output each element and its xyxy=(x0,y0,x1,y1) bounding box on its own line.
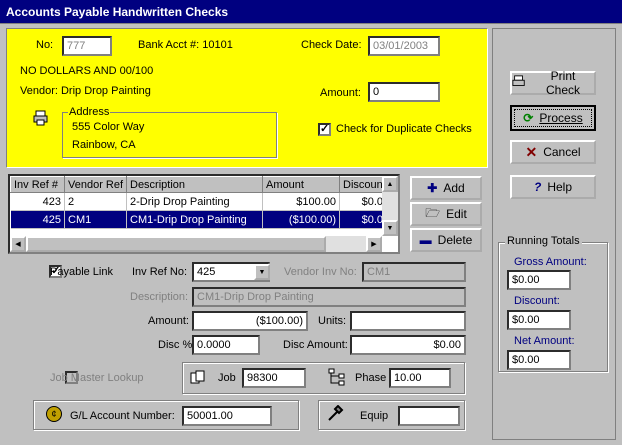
check-date-label: Check Date: xyxy=(301,39,362,51)
address-line-2: Rainbow, CA xyxy=(72,139,136,151)
amount-in-words: NO DOLLARS AND 00/100 xyxy=(20,65,154,77)
detail-amount-field[interactable]: ($100.00) xyxy=(192,311,308,331)
scroll-down-icon[interactable]: ▼ xyxy=(382,220,398,236)
disc-amount-field[interactable]: $0.00 xyxy=(350,335,466,355)
equip-label: Equip xyxy=(360,410,389,422)
vertical-scrollbar[interactable]: ▲ ▼ xyxy=(382,176,398,236)
cell-vendor-ref: CM1 xyxy=(64,210,127,229)
table-row[interactable]: 423 2 2-Drip Drop Painting $100.00 $0.0 xyxy=(10,192,387,211)
vendor-label: Vendor: Drip Drop Painting xyxy=(20,85,151,97)
col-discount[interactable]: Discount xyxy=(339,176,387,193)
check-no-label: No: xyxy=(36,39,54,51)
print-check-button[interactable]: Print Check xyxy=(510,69,596,97)
equip-field[interactable] xyxy=(398,406,460,426)
cancel-button[interactable]: ✕ Cancel xyxy=(510,140,596,164)
address-label: Address xyxy=(68,106,111,118)
description-label: Description: xyxy=(130,291,189,303)
units-label: Units: xyxy=(318,315,347,327)
printer-icon[interactable] xyxy=(33,110,49,129)
edit-button[interactable]: 🗁 Edit xyxy=(410,202,482,226)
units-field[interactable] xyxy=(350,311,466,331)
minus-icon: ▬ xyxy=(419,233,432,247)
cell-inv: 425 xyxy=(10,210,65,229)
question-icon: ? xyxy=(533,180,542,194)
job-label: Job xyxy=(218,372,236,384)
net-amount-label: Net Amount: xyxy=(514,335,575,347)
folder-icon: 🗁 xyxy=(425,205,441,220)
payable-link-label: Payable Link xyxy=(50,266,113,278)
detail-amount-label: Amount: xyxy=(148,315,189,327)
cell-inv: 423 xyxy=(10,192,65,211)
process-button[interactable]: ⟳ Process xyxy=(510,105,596,131)
amount-field[interactable]: 0 xyxy=(368,82,440,102)
check-no-field[interactable]: 777 xyxy=(62,36,112,56)
address-box xyxy=(62,112,277,158)
delete-button[interactable]: ▬ Delete xyxy=(410,228,482,252)
copy-icon[interactable] xyxy=(190,370,206,389)
job-master-label: Job Master Lookup xyxy=(50,372,144,384)
gl-account-label: G/L Account Number: xyxy=(70,410,175,422)
cell-desc: CM1-Drip Drop Painting xyxy=(126,210,263,229)
job-field[interactable]: 98300 xyxy=(242,368,306,388)
discount-total-field[interactable]: $0.00 xyxy=(507,310,571,330)
tools-icon[interactable] xyxy=(326,404,344,426)
table-row-selected[interactable]: 425 CM1 CM1-Drip Drop Painting ($100.00)… xyxy=(10,210,387,229)
vendor-inv-label: Vendor Inv No: xyxy=(284,266,357,278)
net-amount-field[interactable]: $0.00 xyxy=(507,350,571,370)
cell-vendor-ref: 2 xyxy=(64,192,127,211)
scroll-thumb[interactable] xyxy=(26,236,326,252)
invoice-grid[interactable]: Inv Ref # Vendor Ref Description Amount … xyxy=(8,174,400,254)
address-line-1: 555 Color Way xyxy=(72,121,145,133)
chevron-down-icon[interactable]: ▼ xyxy=(254,264,270,280)
horizontal-scrollbar[interactable]: ◀ ▶ xyxy=(10,236,382,252)
hierarchy-icon[interactable] xyxy=(328,368,346,389)
description-field[interactable]: CM1-Drip Drop Painting xyxy=(192,287,466,307)
window-title: Accounts Payable Handwritten Checks xyxy=(0,0,622,24)
cell-amount: ($100.00) xyxy=(262,210,340,229)
amount-label: Amount: xyxy=(320,87,361,99)
inv-ref-label: Inv Ref No: xyxy=(132,266,188,278)
scroll-left-icon[interactable]: ◀ xyxy=(10,236,26,252)
phase-field[interactable]: 10.00 xyxy=(389,368,451,388)
col-vendor-ref[interactable]: Vendor Ref xyxy=(64,176,127,193)
discount-total-label: Discount: xyxy=(514,295,560,307)
plus-icon: ✚ xyxy=(427,181,438,195)
scroll-right-icon[interactable]: ▶ xyxy=(366,236,382,252)
col-amount[interactable]: Amount xyxy=(262,176,340,193)
cell-desc: 2-Drip Drop Painting xyxy=(126,192,263,211)
disc-pct-label: Disc % xyxy=(158,339,193,351)
help-button[interactable]: ? Help xyxy=(510,175,596,199)
printer-icon xyxy=(512,74,526,92)
scroll-up-icon[interactable]: ▲ xyxy=(382,176,398,192)
phase-label: Phase xyxy=(355,372,387,384)
add-button[interactable]: ✚ Add xyxy=(410,176,482,200)
bank-acct-label: Bank Acct #: 10101 xyxy=(138,39,233,51)
duplicate-checks-label: Check for Duplicate Checks xyxy=(336,123,472,135)
col-inv-ref[interactable]: Inv Ref # xyxy=(10,176,65,193)
duplicate-checks-checkbox[interactable] xyxy=(318,122,331,136)
cell-discount: $0.0 xyxy=(339,210,387,229)
cell-discount: $0.0 xyxy=(339,192,387,211)
gl-account-field[interactable]: 50001.00 xyxy=(182,406,272,426)
gross-amount-field[interactable]: $0.00 xyxy=(507,270,571,290)
close-icon: ✕ xyxy=(525,143,538,160)
running-totals-title: Running Totals xyxy=(505,235,582,247)
col-description[interactable]: Description xyxy=(126,176,263,193)
cell-amount: $100.00 xyxy=(262,192,340,211)
disc-amount-label: Disc Amount: xyxy=(283,339,348,351)
gross-amount-label: Gross Amount: xyxy=(514,256,587,268)
disc-pct-field[interactable]: 0.0000 xyxy=(192,335,260,355)
refresh-icon: ⟳ xyxy=(523,111,534,125)
coin-icon[interactable]: ¢ xyxy=(46,406,62,422)
check-date-field[interactable]: 03/01/2003 xyxy=(368,36,440,56)
vendor-inv-field[interactable]: CM1 xyxy=(362,262,466,282)
